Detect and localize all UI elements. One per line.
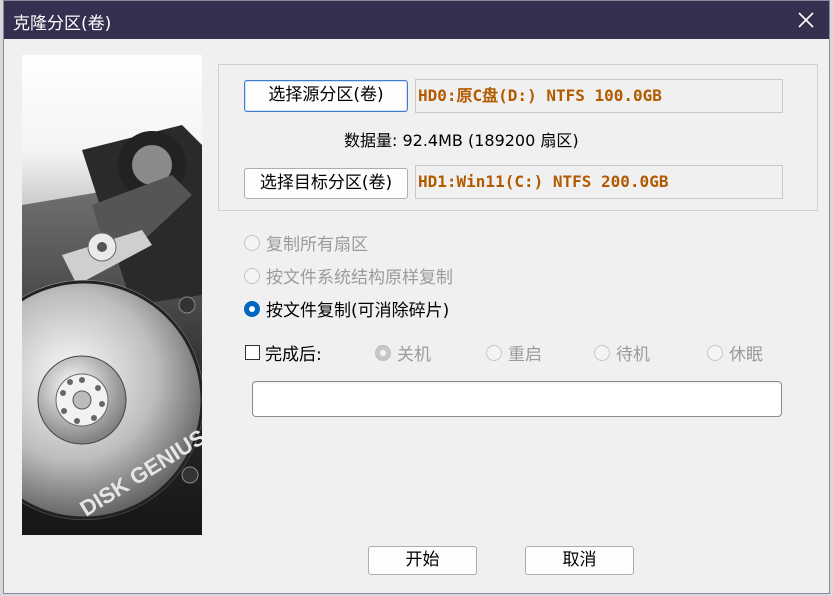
hard-disk-illustration: DISK GENIUS [22,55,202,535]
source-partition-field: HD0:原C盘(D:) NTFS 100.0GB [415,79,783,113]
progress-bar [252,381,782,417]
after-completion-check[interactable] [245,345,260,360]
after-option-label: 关机 [397,345,431,365]
radio-hibernate[interactable] [707,344,723,361]
after-option-label: 休眠 [729,345,763,365]
radio-fs-structure[interactable] [244,267,260,284]
copy-mode-all-sectors[interactable]: 复制所有扇区 [244,230,368,255]
data-size-label: 数据量: 92.4MB (189200 扇区) [344,131,579,150]
after-option-label: 待机 [616,345,650,365]
radio-standby[interactable] [594,344,610,361]
after-option-label: 重启 [508,345,542,365]
radio-shutdown[interactable] [375,344,391,361]
after-option-shutdown[interactable]: 关机 [375,340,431,365]
copy-mode-label: 按文件复制(可消除碎片) [266,301,450,321]
copy-mode-fs-structure[interactable]: 按文件系统结构原样复制 [244,263,453,288]
copy-mode-label: 按文件系统结构原样复制 [266,268,453,288]
cancel-button[interactable]: 取消 [525,546,634,575]
radio-by-file[interactable] [244,300,260,317]
after-completion-label: 完成后: [265,345,322,365]
title-bar: 克隆分区(卷) [4,1,829,39]
clone-partition-dialog: 克隆分区(卷) DISK GENIUS 选择源分区(卷) HD0:原C盘(D:)… [3,0,830,594]
select-source-button[interactable]: 选择源分区(卷) [244,80,408,112]
after-option-standby[interactable]: 待机 [594,340,650,365]
window-title: 克隆分区(卷) [13,14,112,34]
radio-restart[interactable] [486,344,502,361]
after-completion-checkbox[interactable]: 完成后: [245,340,322,365]
after-option-restart[interactable]: 重启 [486,340,542,365]
copy-mode-label: 复制所有扇区 [266,235,368,255]
radio-all-sectors[interactable] [244,234,260,251]
start-button[interactable]: 开始 [368,546,477,575]
copy-mode-by-file[interactable]: 按文件复制(可消除碎片) [244,296,449,321]
after-option-hibernate[interactable]: 休眠 [707,340,763,365]
close-icon [798,12,814,28]
disk-genius-hdd-image: DISK GENIUS [22,55,202,535]
close-button[interactable] [791,5,821,35]
select-target-button[interactable]: 选择目标分区(卷) [244,168,408,199]
target-partition-field: HD1:Win11(C:) NTFS 200.0GB [415,165,783,199]
